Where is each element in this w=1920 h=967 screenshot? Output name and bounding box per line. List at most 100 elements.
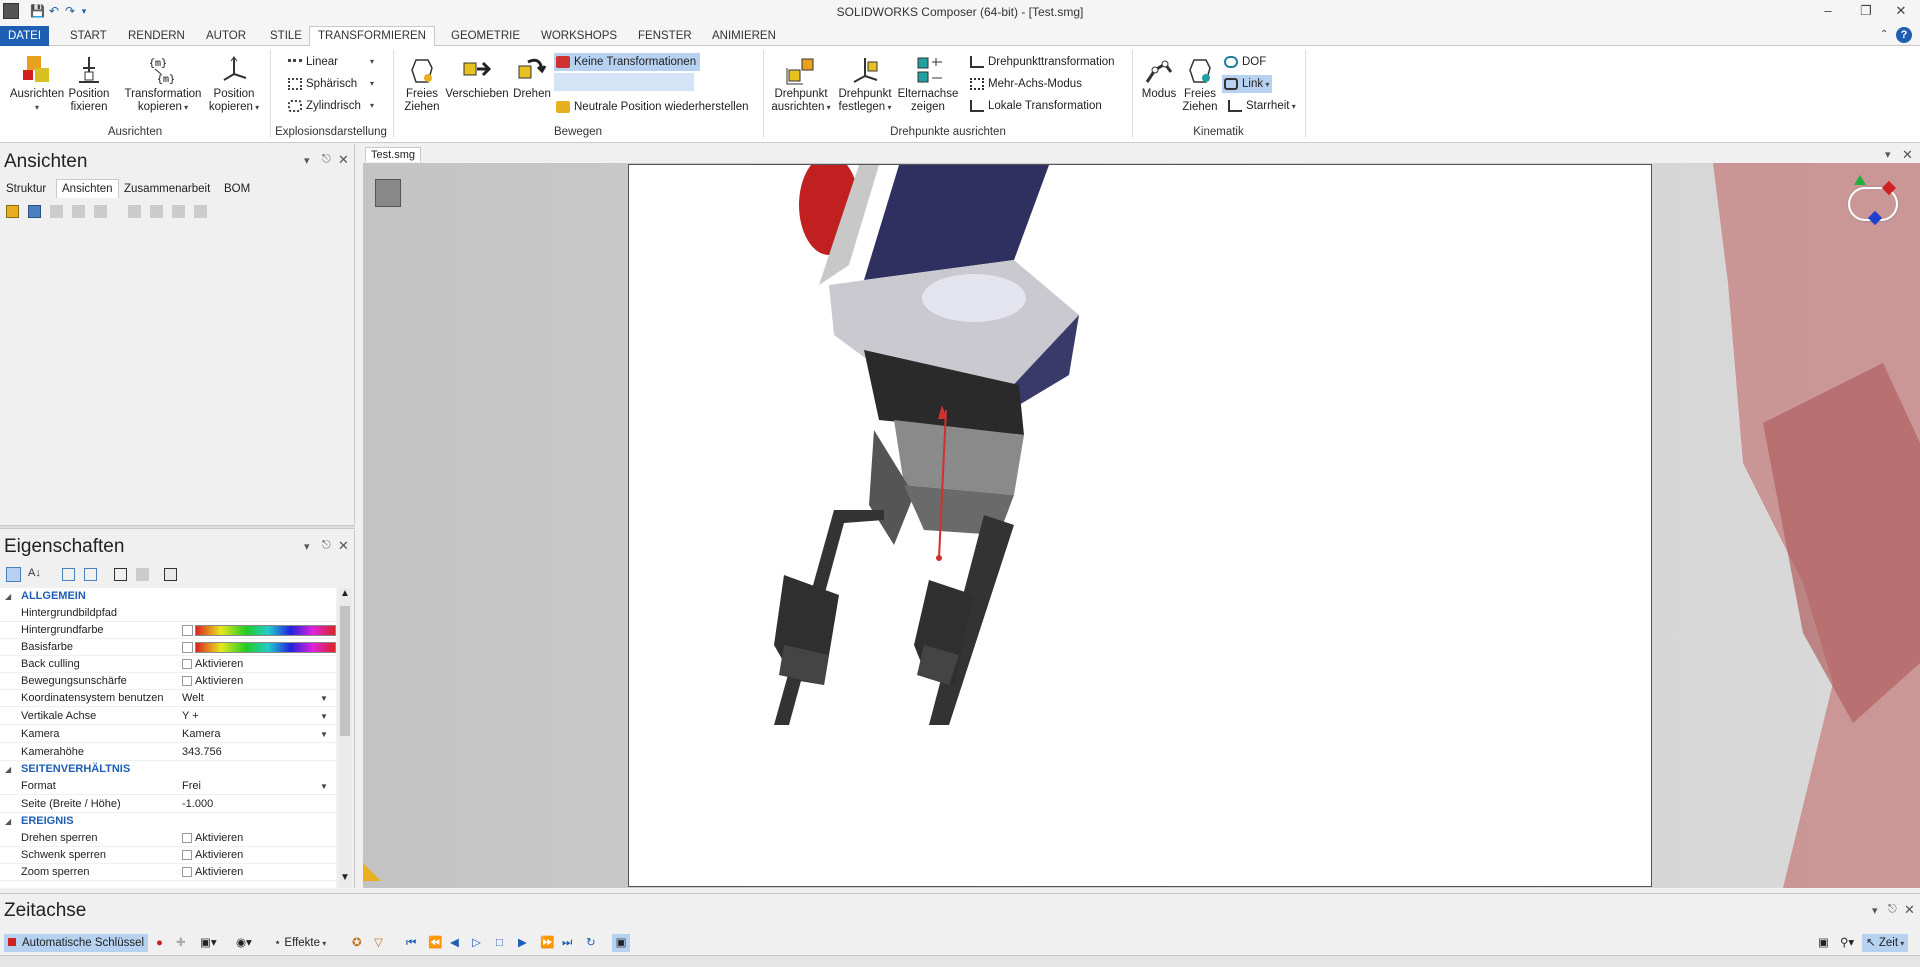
property-select[interactable]: Welt (182, 690, 204, 707)
property-row[interactable]: Bewegungsunschärfe Aktivieren (0, 673, 336, 690)
ausrichten-button[interactable]: Ausrichten ▾ (8, 54, 66, 114)
property-settings-icon[interactable] (164, 568, 177, 581)
tab-animieren[interactable]: ANIMIEREN (704, 28, 784, 46)
collapse-toggle-icon[interactable]: ◢ (5, 588, 11, 605)
restore-icon[interactable]: ❐ (1856, 3, 1876, 19)
property-row[interactable]: Format Frei ▼ (0, 778, 336, 795)
update-view-icon[interactable] (28, 205, 41, 218)
property-row[interactable]: Hintergrundbildpfad (0, 605, 336, 622)
tab-rendern[interactable]: RENDERN (120, 28, 193, 46)
property-row[interactable]: Back culling Aktivieren (0, 656, 336, 673)
scroll-thumb[interactable] (340, 606, 350, 736)
property-checkbox[interactable]: Aktivieren (182, 656, 243, 673)
color-picker-gradient[interactable] (195, 642, 336, 653)
chevron-down-icon[interactable]: ▼ (320, 726, 328, 743)
panel-menu-icon[interactable]: ▾ (304, 154, 310, 167)
categorized-icon[interactable] (6, 567, 21, 582)
help-icon[interactable]: ? (1896, 27, 1912, 43)
checkbox-icon[interactable] (182, 850, 192, 861)
minimize-icon[interactable]: – (1818, 3, 1838, 19)
panel-splitter[interactable] (0, 525, 355, 529)
position-kopieren-button[interactable]: Position kopieren ▾ (207, 54, 261, 114)
document-menu-icon[interactable]: ▾ (1885, 148, 1891, 161)
checkbox-icon[interactable] (182, 833, 192, 844)
tab-transformieren[interactable]: TRANSFORMIEREN (309, 26, 435, 47)
property-select[interactable]: Frei (182, 778, 201, 795)
property-row[interactable]: Kamera Kamera ▼ (0, 726, 336, 743)
new-view-icon[interactable] (6, 205, 19, 218)
color-swatch[interactable] (182, 642, 193, 653)
property-category[interactable]: ◢ SEITENVERHÄLTNIS (0, 761, 336, 778)
linear-button[interactable]: Linear ▾ (288, 53, 374, 71)
storyboard-icon[interactable] (375, 179, 401, 207)
tab-autor[interactable]: AUTOR (198, 28, 254, 46)
color-picker-gradient[interactable] (195, 625, 336, 636)
sort-az-icon[interactable]: A↓ (28, 567, 41, 579)
drehpunkt-festlegen-button[interactable]: Drehpunkt festlegen ▾ (834, 54, 896, 114)
property-row[interactable]: Zoom sperren Aktivieren (0, 864, 336, 881)
play-icon[interactable]: ▷ (472, 934, 481, 952)
effects-dropdown[interactable]: ⋆ Effekte ▾ (274, 934, 326, 952)
chevron-down-icon[interactable]: ▼ (320, 690, 328, 707)
close-icon[interactable]: ✕ (1891, 3, 1911, 19)
zoom-fit-icon[interactable]: ▣ (1818, 934, 1829, 952)
loop-icon[interactable]: ↻ (586, 934, 596, 952)
transformation-kopieren-button[interactable]: {m} {m} Transformation kopieren ▾ (120, 54, 206, 114)
property-row[interactable]: Drehen sperren Aktivieren (0, 830, 336, 847)
panel-menu-icon[interactable]: ▾ (1872, 904, 1878, 917)
pin-icon[interactable]: ⎋ (322, 539, 331, 552)
property-row[interactable]: Schwenk sperren Aktivieren (0, 847, 336, 864)
tab-ansichten[interactable]: Ansichten (56, 179, 119, 198)
time-mode-dropdown[interactable]: ↖ Zeit ▾ (1862, 934, 1909, 952)
go-to-end-icon[interactable]: ⏭ (562, 934, 572, 952)
property-row[interactable]: Hintergrundfarbe (0, 622, 336, 639)
auto-keys-button[interactable]: Automatische Schlüssel (4, 934, 149, 952)
ribbon-collapse-icon[interactable]: ⌃ (1880, 29, 1888, 40)
close-icon[interactable]: ✕ (338, 152, 349, 168)
collapse-toggle-icon[interactable]: ◢ (5, 761, 11, 778)
elternachse-zeigen-button[interactable]: Elternachse zeigen (896, 54, 960, 114)
tab-geometrie[interactable]: GEOMETRIE (443, 28, 528, 46)
checkbox-icon[interactable] (182, 676, 192, 687)
property-checkbox[interactable]: Aktivieren (182, 830, 243, 847)
digger-icon[interactable]: ◉▾ (236, 934, 252, 952)
property-checkbox[interactable]: Aktivieren (182, 847, 243, 864)
orientation-triad[interactable] (1846, 175, 1900, 226)
view-mode-icon[interactable]: ▣ (612, 934, 630, 952)
tab-datei[interactable]: DATEI (0, 26, 50, 46)
collapse-toggle-icon[interactable]: ◢ (5, 813, 11, 830)
go-to-start-icon[interactable]: ⏮ (406, 934, 416, 952)
tab-bom[interactable]: BOM (224, 183, 250, 195)
keine-transformationen-button[interactable]: Keine Transformationen (554, 53, 701, 71)
property-row[interactable]: Vertikale Achse Y + ▼ (0, 708, 336, 725)
zylindrisch-button[interactable]: Zylindrisch ▾ (288, 97, 374, 115)
scroll-down-icon[interactable]: ▼ (340, 872, 350, 883)
verschieben-button[interactable]: Verschieben (444, 54, 510, 101)
timeline-track[interactable] (0, 955, 1920, 967)
checkbox-icon[interactable] (182, 659, 192, 670)
property-select[interactable]: Y + (182, 708, 199, 725)
scroll-up-icon[interactable]: ▲ (340, 588, 350, 599)
lokale-transformation-button[interactable]: Lokale Transformation (970, 97, 1102, 115)
checkbox-icon[interactable] (182, 867, 192, 878)
tab-start[interactable]: START (62, 28, 115, 46)
pin-icon[interactable]: ⎋ (1888, 903, 1897, 916)
tab-workshops[interactable]: WORKSHOPS (533, 28, 625, 46)
views-list[interactable] (0, 224, 354, 517)
property-category[interactable]: ◢ ALLGEMEIN (0, 588, 336, 605)
camera-key-icon[interactable]: ▣▾ (200, 934, 217, 952)
property-row[interactable]: Basisfarbe (0, 639, 336, 656)
sphaerisch-button[interactable]: Sphärisch ▾ (288, 75, 374, 93)
collapse-icon[interactable] (84, 568, 97, 581)
pin-icon[interactable]: ⎋ (322, 153, 331, 166)
close-icon[interactable]: ✕ (338, 538, 349, 554)
property-select[interactable]: Kamera (182, 726, 221, 743)
refresh-icon[interactable] (114, 568, 127, 581)
panel-menu-icon[interactable]: ▾ (304, 540, 310, 553)
neutrale-position-button[interactable]: Neutrale Position wiederherstellen (556, 98, 749, 116)
kinematik-freies-ziehen-button[interactable]: Freies Ziehen (1180, 54, 1220, 114)
stop-icon[interactable]: □ (496, 934, 503, 952)
filter-icon[interactable]: ▽ (374, 934, 383, 952)
modus-button[interactable]: Modus (1138, 54, 1180, 101)
property-row[interactable]: Koordinatensystem benutzen Welt ▼ (0, 690, 336, 707)
